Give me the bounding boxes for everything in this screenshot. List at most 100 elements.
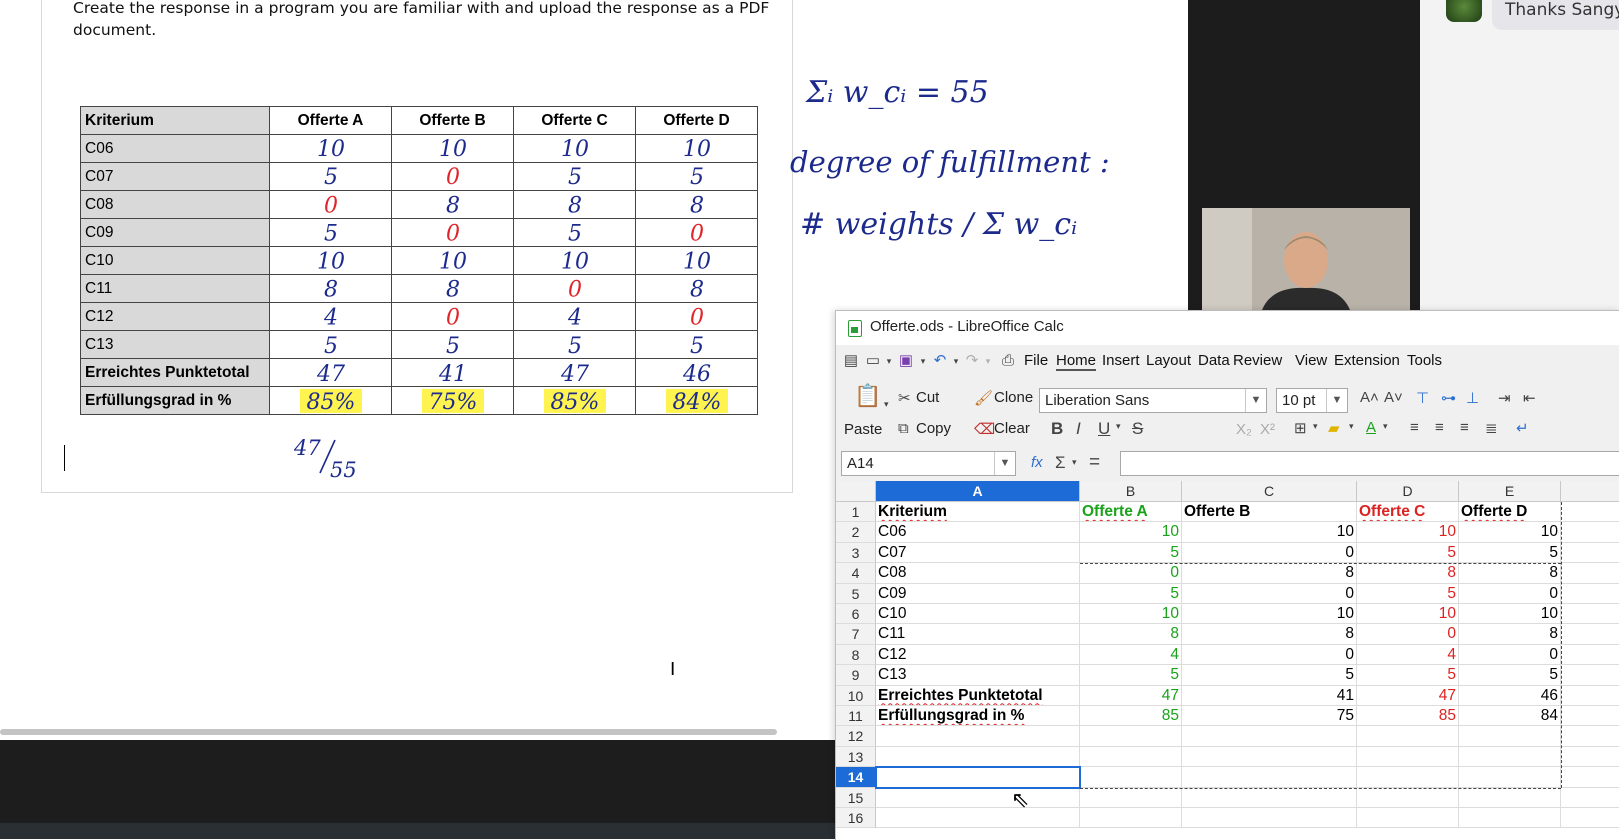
formula-equals-icon[interactable]: = bbox=[1089, 452, 1100, 474]
chevron-down-icon[interactable]: ▼ bbox=[994, 452, 1015, 475]
sheet-cell[interactable] bbox=[1561, 645, 1619, 666]
sheet-cell[interactable]: Erreichtes Punktetotal bbox=[876, 685, 1080, 706]
sheet-cell[interactable]: 10 bbox=[1357, 604, 1459, 625]
menu-review[interactable]: Review bbox=[1233, 352, 1282, 369]
sheet-cell[interactable]: 5 bbox=[1459, 542, 1561, 564]
redo-dropdown-icon[interactable]: ▾ bbox=[978, 351, 998, 371]
font-color-icon[interactable]: A bbox=[1366, 419, 1376, 436]
sheet-cell[interactable] bbox=[1561, 604, 1619, 625]
spreadsheet-grid[interactable]: A B C D E 1 Kriterium Offerte A Offerte B Offerte… bbox=[836, 481, 1619, 840]
row-header[interactable]: 11 bbox=[836, 706, 876, 727]
paste-button[interactable]: Paste bbox=[844, 421, 882, 438]
decrease-indent-icon[interactable]: ⇤ bbox=[1523, 389, 1536, 407]
sheet-cell[interactable] bbox=[1561, 808, 1619, 829]
clear-button[interactable]: Clear bbox=[994, 420, 1030, 437]
sheet-cell[interactable] bbox=[1561, 522, 1619, 543]
cut-button[interactable]: Cut bbox=[916, 389, 939, 406]
column-header-e[interactable]: E bbox=[1459, 481, 1561, 502]
sheet-cell[interactable]: Offerte B bbox=[1182, 502, 1357, 523]
sheet-cell[interactable] bbox=[1357, 808, 1459, 829]
sheet-cell[interactable]: 46 bbox=[1459, 685, 1561, 706]
copy-button[interactable]: Copy bbox=[916, 420, 951, 437]
sheet-cell[interactable]: 5 bbox=[1080, 542, 1182, 564]
borders-icon[interactable]: ⊞ bbox=[1294, 419, 1307, 437]
paste-icon[interactable]: 📋 bbox=[854, 383, 881, 409]
underline-icon[interactable]: U bbox=[1098, 419, 1110, 439]
row-header[interactable]: 12 bbox=[836, 726, 876, 747]
sheet-cell[interactable]: C13 bbox=[876, 665, 1080, 686]
sheet-cell[interactable]: Offerte D bbox=[1459, 502, 1561, 523]
sheet-cell[interactable]: 10 bbox=[1459, 522, 1561, 543]
align-right-icon[interactable]: ≡ bbox=[1460, 419, 1469, 436]
row-header[interactable]: 3 bbox=[836, 542, 876, 564]
sheet-cell[interactable]: 0 bbox=[1459, 583, 1561, 604]
chevron-down-icon[interactable]: ▼ bbox=[1326, 389, 1347, 412]
sheet-cell[interactable]: C08 bbox=[876, 563, 1080, 584]
column-header-f[interactable] bbox=[1561, 481, 1619, 502]
sheet-cell[interactable] bbox=[1459, 746, 1561, 768]
font-size-select[interactable]: 10 pt ▼ bbox=[1276, 388, 1348, 413]
sum-icon[interactable]: Σ bbox=[1055, 453, 1066, 473]
sheet-cell[interactable] bbox=[1080, 726, 1182, 747]
sheet-cell[interactable]: 0 bbox=[1182, 644, 1357, 666]
row-header[interactable]: 2 bbox=[836, 522, 876, 543]
menu-data[interactable]: Data bbox=[1198, 352, 1230, 369]
paste-dropdown-icon[interactable]: ▾ bbox=[884, 399, 889, 410]
menu-file[interactable]: File bbox=[1024, 352, 1048, 369]
sheet-cell[interactable]: 5 bbox=[1080, 583, 1182, 604]
sheet-cell[interactable] bbox=[1182, 808, 1357, 829]
sheet-cell[interactable] bbox=[1561, 502, 1619, 523]
sheet-cell[interactable]: 10 bbox=[1080, 604, 1182, 625]
superscript-icon[interactable]: X² bbox=[1260, 421, 1275, 438]
italic-icon[interactable]: I bbox=[1076, 419, 1081, 439]
row-header[interactable]: 4 bbox=[836, 563, 876, 584]
sheet-cell[interactable]: 5 bbox=[1080, 665, 1182, 686]
increase-indent-icon[interactable]: ⇥ bbox=[1498, 389, 1511, 407]
sheet-cell[interactable]: 10 bbox=[1182, 522, 1357, 543]
sheet-cell[interactable]: 4 bbox=[1080, 644, 1182, 666]
align-bottom-icon[interactable]: ⊥ bbox=[1466, 389, 1479, 407]
sheet-cell[interactable]: 84 bbox=[1459, 706, 1561, 727]
sheet-cell[interactable] bbox=[1561, 767, 1619, 788]
sheet-cell[interactable]: Erfüllungsgrad in % bbox=[876, 706, 1080, 727]
underline-dropdown-icon[interactable]: ▾ bbox=[1116, 421, 1121, 432]
sheet-cell[interactable]: 5 bbox=[1459, 665, 1561, 686]
sheet-cell[interactable]: 5 bbox=[1357, 583, 1459, 604]
sheet-cell[interactable] bbox=[1080, 767, 1182, 788]
clear-formatting-icon[interactable]: ⌫ bbox=[974, 420, 995, 438]
bold-icon[interactable]: B bbox=[1051, 419, 1063, 439]
column-header-a[interactable]: A bbox=[876, 481, 1080, 502]
sheet-cell[interactable] bbox=[1561, 563, 1619, 584]
sheet-cell[interactable] bbox=[1561, 686, 1619, 706]
sheet-cell[interactable]: Offerte A bbox=[1080, 502, 1182, 523]
sheet-cell[interactable] bbox=[876, 746, 1080, 768]
sheet-cell[interactable]: 85 bbox=[1357, 706, 1459, 727]
sheet-cell[interactable]: 8 bbox=[1080, 624, 1182, 645]
borders-dropdown-icon[interactable]: ▾ bbox=[1313, 421, 1318, 432]
sheet-cell[interactable]: 0 bbox=[1182, 583, 1357, 604]
row-header[interactable]: 9 bbox=[836, 665, 876, 686]
sheet-cell[interactable]: C12 bbox=[876, 644, 1080, 666]
sheet-cell[interactable] bbox=[1561, 665, 1619, 686]
sheet-cell[interactable]: 0 bbox=[1080, 563, 1182, 584]
menu-tools[interactable]: Tools bbox=[1407, 352, 1442, 369]
cut-icon[interactable]: ✂ bbox=[898, 389, 911, 407]
copy-icon[interactable]: ⧉ bbox=[898, 420, 909, 437]
sheet-cell[interactable]: 75 bbox=[1182, 706, 1357, 727]
column-header-b[interactable]: B bbox=[1080, 481, 1182, 502]
wrap-text-icon[interactable]: ↵ bbox=[1516, 419, 1529, 437]
sheet-cell[interactable] bbox=[1459, 808, 1561, 829]
sheet-cell[interactable]: C07 bbox=[876, 542, 1080, 564]
sheet-cell[interactable] bbox=[1561, 747, 1619, 768]
sheet-cell[interactable]: 0 bbox=[1459, 644, 1561, 666]
sheet-cell[interactable]: 47 bbox=[1357, 685, 1459, 706]
sheet-cell[interactable] bbox=[1182, 787, 1357, 808]
sheet-cell[interactable] bbox=[1561, 726, 1619, 747]
decrease-font-icon[interactable]: A˅ bbox=[1384, 389, 1403, 406]
select-all-corner[interactable] bbox=[836, 481, 876, 502]
strikethrough-icon[interactable]: S bbox=[1132, 419, 1143, 439]
sheet-cell[interactable] bbox=[876, 787, 1080, 808]
align-center-vertical-icon[interactable]: ⊶ bbox=[1441, 389, 1456, 407]
font-name-select[interactable]: Liberation Sans ▼ bbox=[1039, 388, 1267, 413]
row-header[interactable]: 6 bbox=[836, 604, 876, 625]
